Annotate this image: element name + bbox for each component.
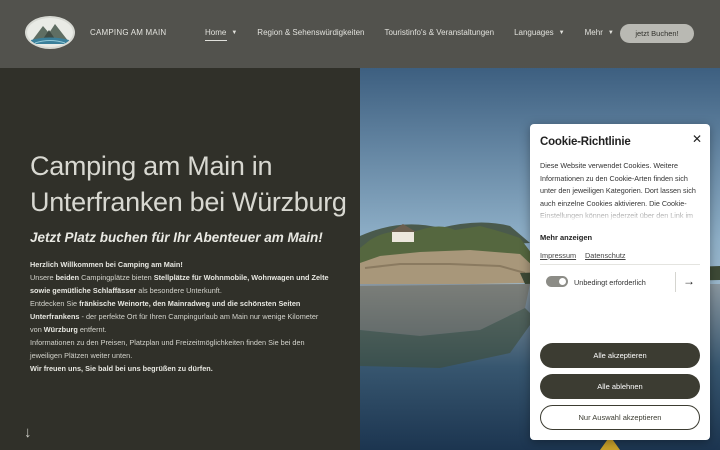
text-fragment: Unsere — [30, 273, 56, 282]
arrow-right-icon[interactable]: → — [683, 274, 695, 288]
text-fade-overlay — [540, 204, 704, 222]
datenschutz-link[interactable]: Datenschutz — [585, 251, 626, 260]
chevron-down-icon: ▼ — [607, 29, 614, 36]
necessary-cookies-toggle[interactable] — [546, 276, 568, 287]
chevron-down-icon: ▼ — [558, 29, 565, 36]
nav-home[interactable]: Home ▼ — [205, 28, 238, 41]
cookie-dialog: Cookie-Richtlinie ✕ Diese Website verwen… — [530, 124, 710, 440]
logo[interactable] — [25, 16, 75, 49]
necessary-cookies-label: Unbedingt erforderlich — [574, 278, 646, 287]
text-bold: Würzburg — [43, 325, 78, 334]
nav-languages-label: Languages — [514, 28, 554, 37]
intro-text: Herzlich Willkommen bei Camping am Main!… — [30, 258, 330, 375]
book-now-button[interactable]: jetzt Buchen! — [620, 24, 694, 43]
toggle-knob — [559, 278, 566, 285]
hero-text-panel: Camping am Main in Unterfranken bei Würz… — [0, 68, 360, 450]
brand-name[interactable]: CAMPING AM MAIN — [90, 28, 166, 37]
nav-languages[interactable]: Languages ▼ — [514, 28, 565, 37]
text-fragment: Campingplätze bieten — [79, 273, 154, 282]
site-header: CAMPING AM MAIN Home ▼ Region & Sehenswü… — [0, 0, 720, 68]
closing-line: Wir freuen uns, Sie bald bei uns begrüße… — [30, 364, 213, 373]
text-fragment: als besondere Unterkunft. — [136, 286, 222, 295]
text-bold: beiden — [55, 273, 80, 282]
divider — [675, 272, 676, 292]
nav-region[interactable]: Region & Sehenswürdigkeiten — [257, 28, 364, 37]
close-icon[interactable]: ✕ — [692, 132, 702, 146]
paragraph-info: Informationen zu den Preisen, Platzplan … — [30, 338, 305, 360]
divider — [540, 264, 700, 265]
reject-all-button[interactable]: Alle ablehnen — [540, 374, 700, 399]
nav-touristinfo[interactable]: Touristinfo's & Veranstaltungen — [384, 28, 494, 37]
paragraph-stellplaetze: Unsere beiden Campingplätze bieten Stell… — [30, 271, 330, 297]
text-fragment: Entdecken Sie — [30, 299, 80, 308]
show-more-link[interactable]: Mehr anzeigen — [540, 233, 592, 242]
main-nav: Home ▼ Region & Sehenswürdigkeiten Touri… — [205, 28, 634, 41]
impressum-link[interactable]: Impressum — [540, 251, 576, 260]
cookie-title: Cookie-Richtlinie — [540, 136, 631, 148]
nav-touristinfo-label: Touristinfo's & Veranstaltungen — [384, 28, 495, 37]
text-fragment: entfernt. — [77, 325, 107, 334]
page-title: Camping am Main in Unterfranken bei Würz… — [30, 148, 350, 220]
accept-all-button[interactable]: Alle akzeptieren — [540, 343, 700, 368]
title-line-2: Unterfranken bei Würzburg — [30, 187, 347, 217]
paragraph-entdecken: Entdecken Sie fränkische Weinorte, den M… — [30, 297, 330, 336]
nav-home-label: Home — [205, 28, 227, 37]
title-line-1: Camping am Main in — [30, 151, 273, 181]
scroll-down-icon[interactable]: ↓ — [24, 424, 32, 441]
nav-mehr-label: Mehr — [584, 28, 603, 37]
accept-selection-button[interactable]: Nur Auswahl akzeptieren — [540, 405, 700, 430]
chevron-down-icon: ▼ — [231, 29, 238, 36]
nav-mehr[interactable]: Mehr ▼ — [585, 28, 614, 37]
hero-subtitle: Jetzt Platz buchen für Ihr Abenteuer am … — [30, 230, 323, 245]
nav-region-label: Region & Sehenswürdigkeiten — [257, 28, 365, 37]
welcome-line: Herzlich Willkommen bei Camping am Main! — [30, 260, 183, 269]
